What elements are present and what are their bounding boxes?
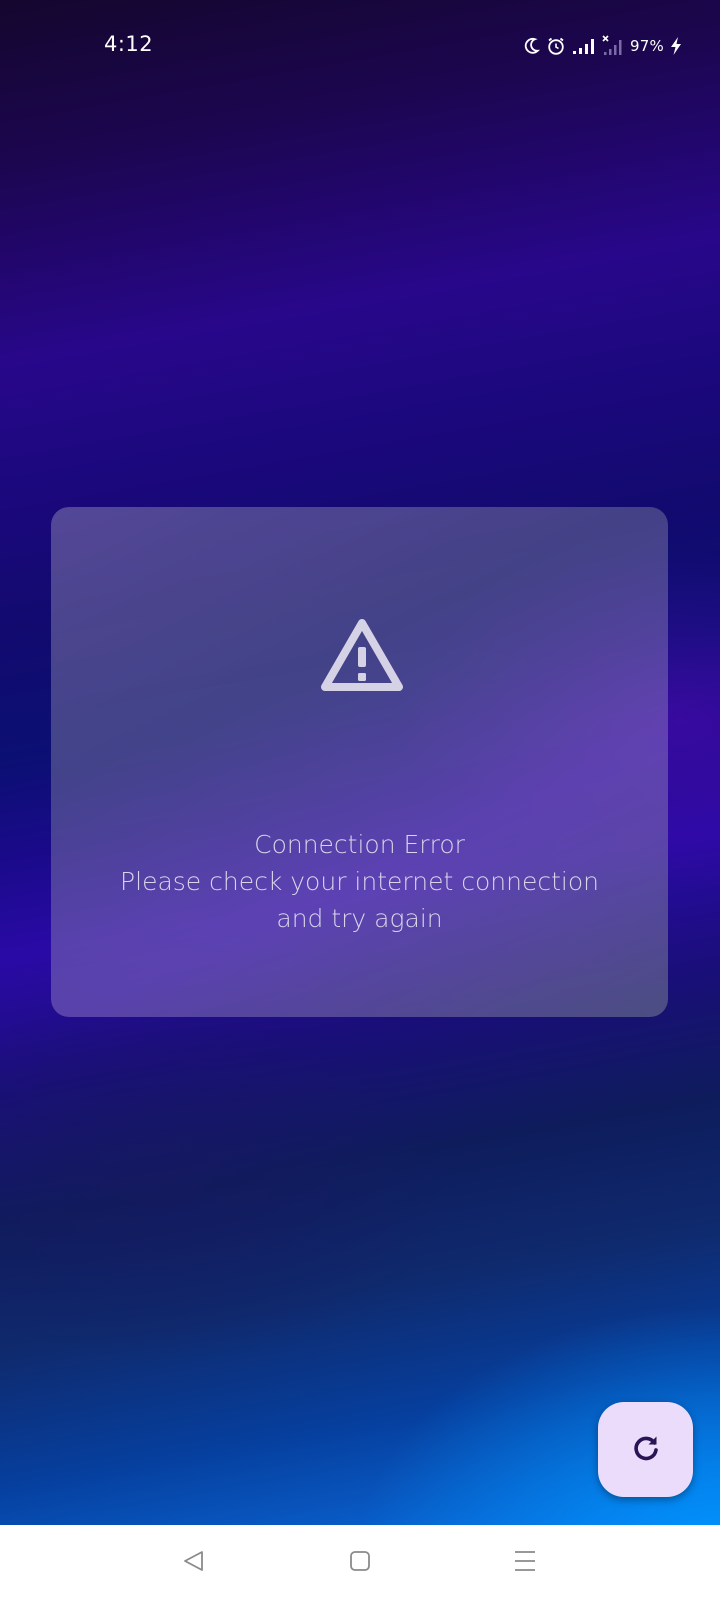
status-bar: 4:12 97% [0, 0, 720, 92]
battery-percent: 97% [630, 37, 664, 55]
warning-icon [319, 617, 405, 695]
error-message-line-2: and try again [276, 904, 443, 933]
moon-icon [524, 37, 541, 55]
status-icons: 97% [524, 34, 682, 58]
error-message-line-1: Please check your internet connection [120, 867, 599, 896]
home-icon [348, 1549, 372, 1577]
connection-error-card: Connection Error Please check your inter… [51, 507, 668, 1017]
error-message: Connection Error Please check your inter… [51, 826, 668, 937]
status-time: 4:12 [104, 32, 154, 56]
recents-icon [513, 1549, 537, 1577]
battery-charging-icon [670, 36, 682, 56]
navigation-bar [0, 1525, 720, 1600]
home-button[interactable] [320, 1525, 400, 1600]
refresh-button[interactable] [598, 1402, 693, 1497]
app-background: 4:12 97% Connection Error Please check y… [0, 0, 720, 1525]
no-signal-icon [602, 35, 624, 57]
back-icon [182, 1549, 206, 1577]
error-title: Connection Error [254, 830, 465, 859]
back-button[interactable] [154, 1525, 234, 1600]
alarm-icon [546, 36, 566, 56]
recents-button[interactable] [485, 1525, 565, 1600]
refresh-icon [630, 1432, 662, 1468]
signal-icon [572, 37, 596, 55]
